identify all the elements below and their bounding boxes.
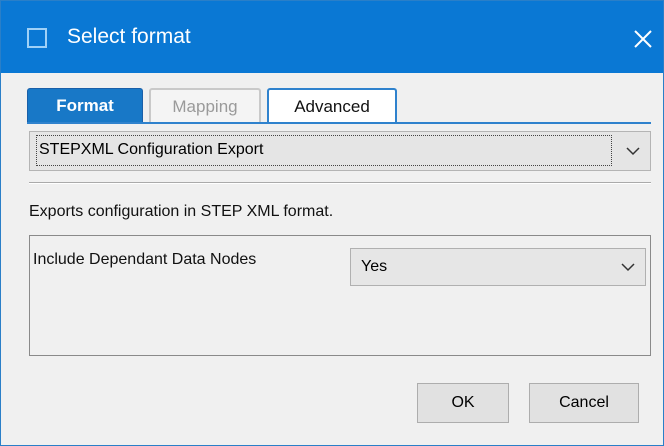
select-format-dialog: Select format Format Mapping Advanced ST… — [0, 0, 664, 446]
tab-mapping: Mapping — [149, 88, 261, 123]
include-dependant-data-nodes-dropdown[interactable]: Yes — [350, 248, 646, 286]
ok-button[interactable]: OK — [417, 383, 509, 423]
title-bar: Select format — [1, 1, 663, 73]
chevron-down-icon[interactable] — [622, 141, 644, 161]
format-dropdown[interactable]: STEPXML Configuration Export — [29, 131, 651, 171]
window-icon — [27, 28, 47, 48]
dialog-body: Format Mapping Advanced STEPXML Configur… — [1, 73, 663, 445]
include-dependant-data-nodes-value: Yes — [361, 258, 388, 275]
divider-highlight — [29, 183, 651, 184]
chevron-down-icon[interactable] — [617, 257, 639, 277]
param-label-include-dependant-data-nodes: Include Dependant Data Nodes — [33, 251, 257, 268]
close-button[interactable] — [623, 17, 663, 61]
tab-strip: Format Mapping Advanced — [1, 73, 663, 124]
dialog-title: Select format — [67, 25, 191, 48]
close-icon — [634, 30, 652, 48]
format-description: Exports configuration in STEP XML format… — [29, 203, 334, 220]
parameters-panel: Include Dependant Data Nodes Yes — [29, 235, 651, 356]
tab-advanced[interactable]: Advanced — [267, 88, 397, 123]
cancel-button[interactable]: Cancel — [529, 383, 639, 423]
tab-format[interactable]: Format — [27, 88, 143, 123]
format-dropdown-value: STEPXML Configuration Export — [36, 135, 612, 166]
tab-underline — [27, 122, 651, 124]
